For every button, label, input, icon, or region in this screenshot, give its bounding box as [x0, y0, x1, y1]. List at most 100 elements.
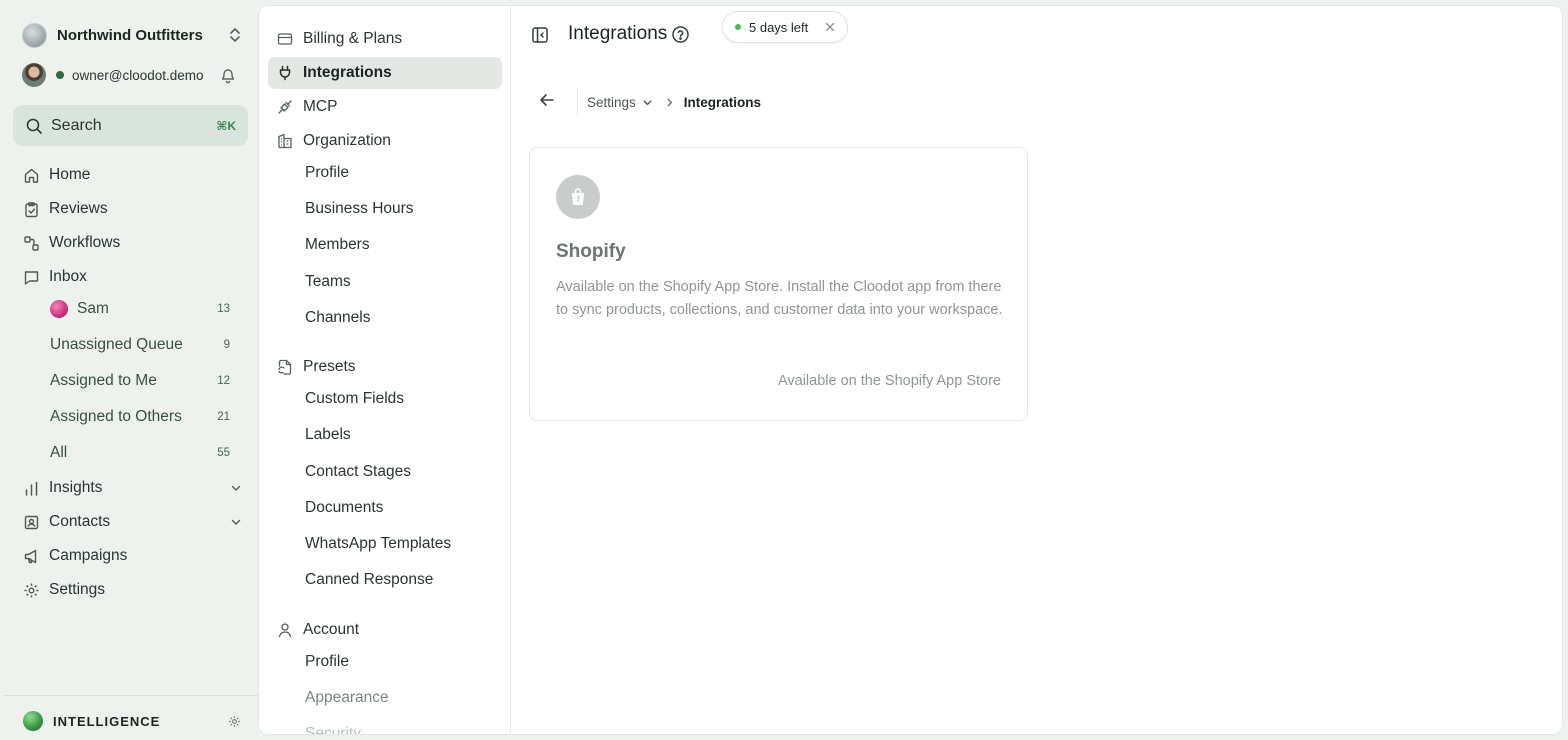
intelligence-logo	[23, 711, 43, 731]
breadcrumb: Settings Integrations	[587, 92, 761, 112]
plug-icon	[277, 65, 293, 81]
integration-description: Available on the Shopify App Store. Inst…	[556, 279, 1003, 318]
org-switcher[interactable]: Northwind Outfitters	[22, 22, 242, 48]
chevron-down-icon[interactable]	[230, 482, 242, 494]
settings-nav-security[interactable]: Security	[305, 722, 361, 734]
home-icon	[22, 167, 40, 184]
org-avatar	[22, 22, 47, 48]
arrow-left-icon[interactable]	[539, 92, 555, 108]
nav-insights[interactable]: Insights	[22, 476, 242, 500]
online-status-dot	[56, 71, 64, 79]
settings-nav-account-profile[interactable]: Profile	[305, 650, 349, 674]
settings-nav-label: Integrations	[303, 64, 392, 81]
avatar	[50, 300, 68, 318]
settings-nav-label: Organization	[303, 132, 391, 149]
nav-workflows[interactable]: Workflows	[22, 231, 242, 255]
settings-nav-label: Account	[303, 621, 360, 638]
building-icon	[277, 133, 293, 149]
gear-icon	[22, 582, 40, 599]
workflow-icon	[22, 235, 40, 252]
inbox-item-all[interactable]: All 55	[50, 441, 230, 465]
integration-availability: Available on the Shopify App Store	[777, 373, 1001, 389]
search-shortcut: ⌘K	[216, 118, 236, 133]
inbox-item-count: 12	[217, 375, 230, 387]
trial-badge: 5 days left	[722, 11, 848, 43]
nav-contacts[interactable]: Contacts	[22, 510, 242, 534]
nav-reviews[interactable]: Reviews	[22, 197, 242, 221]
settings-nav-label: Billing & Plans	[303, 30, 403, 47]
settings-nav-presets[interactable]: Presets	[268, 351, 502, 383]
settings-nav-labels[interactable]: Labels	[305, 423, 351, 447]
trial-label: 5 days left	[749, 19, 809, 35]
settings-nav-appearance[interactable]: Appearance	[305, 686, 389, 710]
nav-label: Campaigns	[49, 547, 128, 564]
file-refresh-icon	[277, 359, 293, 375]
search-button[interactable]: Search ⌘K	[13, 105, 248, 146]
chevron-up-down-icon[interactable]	[228, 27, 242, 43]
settings-nav-whatsapp-templates[interactable]: WhatsApp Templates	[305, 532, 451, 556]
settings-nav-org-profile[interactable]: Profile	[305, 161, 349, 185]
settings-nav-billing[interactable]: Billing & Plans	[268, 23, 502, 55]
settings-nav-integrations[interactable]: Integrations	[268, 57, 502, 89]
user-icon	[277, 622, 293, 638]
settings-nav-documents[interactable]: Documents	[305, 496, 383, 520]
settings-nav: Billing & Plans Integrations MCP Organiz…	[259, 6, 511, 734]
user-email: owner@cloodot.demo	[72, 67, 204, 83]
help-circle-icon[interactable]	[671, 25, 690, 44]
page-title: Integrations	[568, 23, 668, 44]
inbox-item-unassigned-queue[interactable]: Unassigned Queue 9	[50, 333, 230, 357]
message-square-icon	[22, 269, 40, 286]
chevron-down-icon[interactable]	[642, 97, 653, 108]
clipboard-check-icon	[22, 201, 40, 218]
inbox-item-label: Unassigned Queue	[50, 336, 183, 353]
settings-nav-canned-response[interactable]: Canned Response	[305, 568, 433, 592]
settings-nav-business-hours[interactable]: Business Hours	[305, 197, 414, 221]
integration-card-shopify[interactable]: Shopify Available on the Shopify App Sto…	[529, 147, 1028, 421]
avatar	[22, 63, 46, 87]
sidebar-toggle-icon[interactable]	[531, 26, 549, 44]
org-name: Northwind Outfitters	[57, 26, 203, 44]
nav-home[interactable]: Home	[22, 163, 242, 187]
nav-label: Settings	[49, 581, 106, 598]
nav-campaigns[interactable]: Campaigns	[22, 544, 242, 568]
nav-label: Contacts	[49, 513, 111, 530]
nav-label: Inbox	[49, 268, 87, 285]
inbox-item-label: Assigned to Others	[50, 408, 182, 425]
app-sidebar: Northwind Outfitters owner@cloodot.demo …	[0, 0, 258, 740]
intelligence-label: INTELLIGENCE	[53, 713, 161, 729]
bell-icon[interactable]	[220, 67, 236, 84]
content-area: Integrations 5 days left Settings Integr…	[511, 6, 1562, 734]
settings-nav-account[interactable]: Account	[268, 614, 502, 646]
credit-card-icon	[277, 31, 293, 47]
settings-nav-label: MCP	[303, 98, 338, 115]
divider	[4, 695, 258, 696]
inbox-item-assigned-to-others[interactable]: Assigned to Others 21	[50, 405, 230, 429]
inbox-item-label: Assigned to Me	[50, 372, 157, 389]
intelligence-row[interactable]: INTELLIGENCE	[23, 710, 241, 732]
breadcrumb-current: Integrations	[683, 94, 762, 110]
integration-name: Shopify	[556, 241, 626, 262]
chevron-down-icon[interactable]	[230, 516, 242, 528]
nav-label: Reviews	[49, 200, 108, 217]
nav-inbox[interactable]: Inbox	[22, 265, 242, 289]
breadcrumb-settings[interactable]: Settings	[587, 95, 636, 110]
divider	[577, 89, 578, 115]
settings-nav-organization[interactable]: Organization	[268, 125, 502, 157]
settings-nav-members[interactable]: Members	[305, 233, 370, 257]
status-dot	[735, 24, 741, 30]
settings-nav-mcp[interactable]: MCP	[268, 91, 502, 123]
nav-label: Insights	[49, 479, 103, 496]
settings-nav-contact-stages[interactable]: Contact Stages	[305, 460, 411, 484]
main-panel: Billing & Plans Integrations MCP Organiz…	[258, 5, 1563, 735]
nav-settings[interactable]: Settings	[22, 578, 242, 602]
inbox-item-assigned-to-me[interactable]: Assigned to Me 12	[50, 369, 230, 393]
gear-icon[interactable]	[228, 715, 241, 728]
close-icon[interactable]	[825, 22, 835, 32]
user-row[interactable]: owner@cloodot.demo	[22, 63, 236, 87]
settings-nav-custom-fields[interactable]: Custom Fields	[305, 387, 404, 411]
settings-nav-teams[interactable]: Teams	[305, 270, 351, 294]
search-icon	[25, 117, 43, 135]
inbox-item-count: 9	[223, 339, 230, 351]
settings-nav-channels[interactable]: Channels	[305, 306, 371, 330]
inbox-item-sam[interactable]: Sam 13	[50, 297, 230, 321]
